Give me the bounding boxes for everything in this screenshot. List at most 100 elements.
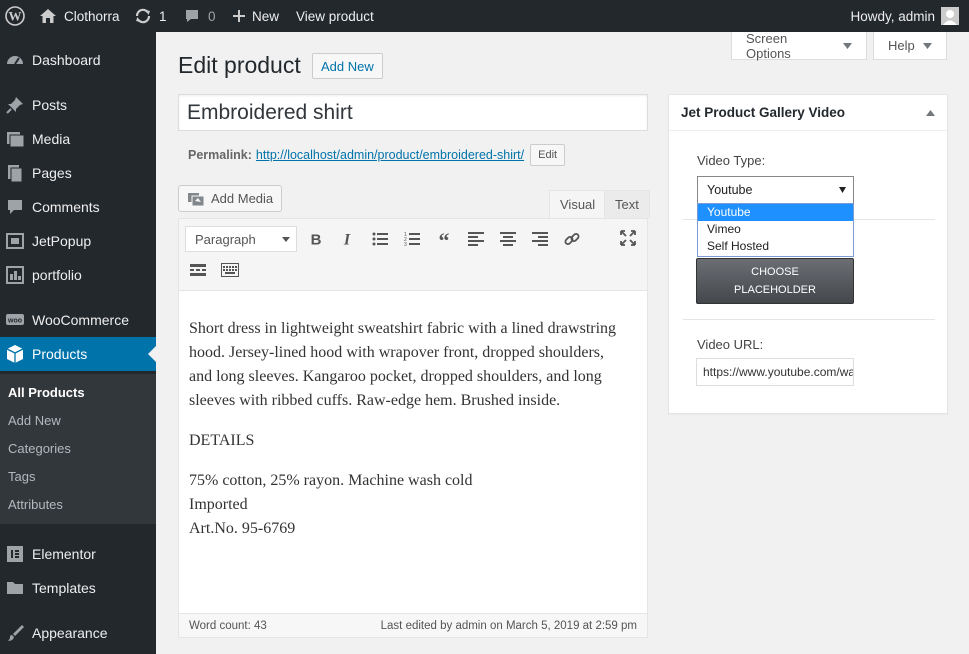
sidebar-item-woocommerce[interactable]: woo WooCommerce [0,303,156,337]
editor-toolbar: Paragraph B I 123 “ [179,219,647,291]
products-icon [5,344,25,364]
media-icon [5,129,25,149]
permalink-edit-button[interactable]: Edit [530,144,566,166]
description-paragraph: Short dress in lightweight sweatshirt fa… [189,320,617,409]
sidebar-item-jetpopup[interactable]: JetPopup [0,224,156,258]
submenu-categories[interactable]: Categories [8,441,71,456]
sidebar-item-products[interactable]: Products [0,337,156,371]
sidebar-item-label: Pages [32,165,72,181]
content-editor: Paragraph B I 123 “ Short dress in light… [178,218,648,638]
sidebar-item-label: Comments [32,199,100,215]
screen-options-button[interactable]: Screen Options [731,31,867,61]
pin-icon [5,95,25,115]
add-media-button[interactable]: Add Media [178,185,283,212]
admin-bar: W Clothorra 1 0 New View product Howdy, … [0,0,969,32]
svg-text:W: W [9,9,22,24]
details-line: Imported [189,496,248,513]
bold-icon[interactable]: B [303,226,329,252]
caret-down-icon [282,236,290,242]
sidebar-item-label: Dashboard [32,52,101,68]
admin-sidebar: Dashboard Posts Media Pages Comments Jet… [0,32,156,654]
popup-icon [5,231,25,251]
option-vimeo[interactable]: Vimeo [698,221,853,238]
format-select-value: Paragraph [195,231,256,247]
view-product-link[interactable]: View product [296,0,374,32]
align-center-icon[interactable] [495,226,521,252]
sidebar-item-label: Elementor [32,546,96,562]
permalink-link[interactable]: http://localhost/admin/product/embroider… [256,148,524,162]
submenu-all-products[interactable]: All Products [8,385,85,400]
metabox-header[interactable]: Jet Product Gallery Video [669,95,947,131]
caret-down-icon [922,42,932,49]
tab-visual[interactable]: Visual [549,190,607,218]
add-new-button[interactable]: Add New [312,53,383,79]
read-more-icon[interactable] [185,257,211,283]
comments-link[interactable]: 0 [182,0,216,32]
dashboard-icon [5,50,25,70]
wordpress-logo-icon[interactable]: W [5,0,25,32]
video-url-input[interactable]: https://www.youtube.com/watch [696,358,854,386]
align-right-icon[interactable] [527,226,553,252]
updates-link[interactable]: 1 [133,0,167,32]
numbered-list-icon[interactable]: 123 [399,226,425,252]
last-edited: Last edited by admin on March 5, 2019 at… [380,619,637,632]
sidebar-item-label: portfolio [32,267,82,283]
divider [683,319,935,320]
comment-bubble-icon [182,6,202,26]
sidebar-item-pages[interactable]: Pages [0,156,156,190]
svg-text:“: “ [439,232,450,246]
howdy-text: Howdy, admin [850,8,935,24]
sidebar-item-comments[interactable]: Comments [0,190,156,224]
align-left-icon[interactable] [463,226,489,252]
italic-icon[interactable]: I [334,226,360,252]
home-icon [38,6,58,26]
submenu-add-new[interactable]: Add New [8,413,61,428]
pages-icon [5,163,25,183]
caret-down-icon [839,187,846,193]
help-button[interactable]: Help [873,32,947,60]
sidebar-item-label: Appearance [32,625,108,641]
metabox-title: Jet Product Gallery Video [681,105,846,120]
details-heading: DETAILS [189,432,255,449]
sidebar-item-templates[interactable]: Templates [0,571,156,605]
caret-down-icon [843,42,852,49]
video-type-select[interactable]: Youtube [697,176,854,204]
sidebar-item-appearance[interactable]: Appearance [0,616,156,650]
editor-content[interactable]: Short dress in lightweight sweatshirt fa… [189,317,629,541]
choose-placeholder-button[interactable]: CHOOSE PLACEHOLDER [696,258,854,304]
blockquote-icon[interactable]: “ [431,226,457,252]
refresh-icon [133,6,153,26]
account-menu[interactable]: Howdy, admin [850,0,959,32]
option-youtube[interactable]: Youtube [698,204,853,221]
tab-text[interactable]: Text [604,190,650,218]
folder-icon [5,578,25,598]
submenu-attributes[interactable]: Attributes [8,497,63,512]
plus-icon [232,6,246,26]
sidebar-item-portfolio[interactable]: portfolio [0,258,156,292]
keyboard-icon[interactable] [217,257,243,283]
link-icon[interactable] [559,226,585,252]
site-name: Clothorra [64,8,120,24]
sidebar-item-posts[interactable]: Posts [0,88,156,122]
sidebar-item-elementor[interactable]: Elementor [0,537,156,571]
submenu-tags[interactable]: Tags [8,469,35,484]
sidebar-item-media[interactable]: Media [0,122,156,156]
sidebar-item-dashboard[interactable]: Dashboard [0,43,156,77]
help-label: Help [888,38,915,53]
site-name-link[interactable]: Clothorra [38,0,120,32]
fullscreen-icon[interactable] [615,225,641,251]
bullet-list-icon[interactable] [367,226,393,252]
comments-count: 0 [208,8,216,24]
products-submenu: All Products Add New Categories Tags Att… [0,374,156,524]
portfolio-icon [5,265,25,285]
option-self-hosted[interactable]: Self Hosted [698,238,853,255]
sidebar-item-label: JetPopup [32,233,92,249]
brush-icon [5,623,25,643]
avatar [941,7,959,25]
format-select[interactable]: Paragraph [185,226,297,252]
sidebar-item-label: Posts [32,97,68,113]
product-title-input[interactable] [178,94,648,131]
svg-text:I: I [343,232,351,246]
caret-up-icon[interactable] [926,109,935,116]
new-content-link[interactable]: New [232,0,279,32]
